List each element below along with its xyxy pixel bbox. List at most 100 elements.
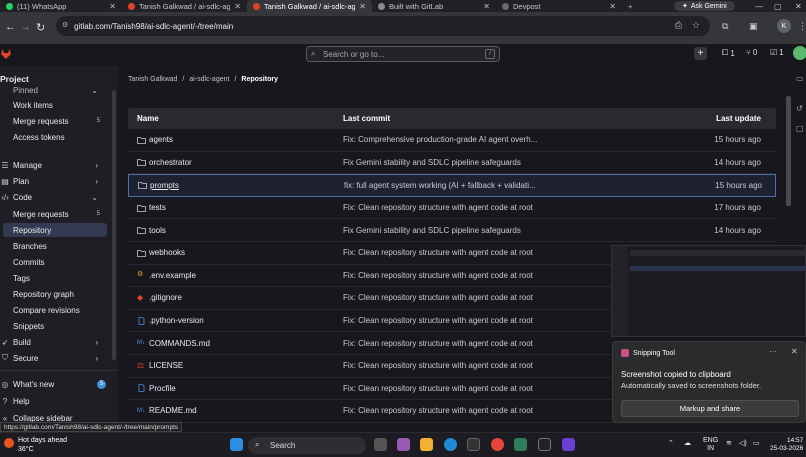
file-name-link[interactable]: tools	[149, 226, 166, 235]
commit-message-link[interactable]: Fix: Comprehensive production-grade AI a…	[343, 135, 673, 144]
close-icon[interactable]: ✕	[359, 2, 366, 11]
close-icon[interactable]: ✕	[791, 347, 798, 356]
close-icon[interactable]: ✕	[234, 2, 241, 11]
file-explorer-icon[interactable]	[420, 438, 433, 451]
maximize-icon[interactable]: ▢	[774, 0, 782, 12]
file-name-link[interactable]: webhooks	[149, 248, 185, 257]
task-view-icon[interactable]	[374, 438, 387, 451]
table-row[interactable]: tests Fix: Clean repository structure wit…	[128, 197, 776, 220]
back-icon[interactable]: ←	[5, 21, 16, 33]
sidebar-item-tags[interactable]: Tags	[0, 271, 114, 285]
close-icon[interactable]: ✕	[109, 2, 116, 11]
forward-icon[interactable]: →	[20, 21, 31, 33]
minimize-icon[interactable]: —	[755, 0, 763, 12]
sidebar-item-repository-graph[interactable]: Repository graph	[0, 287, 114, 301]
gitlab-logo-icon[interactable]	[0, 48, 12, 60]
close-icon[interactable]: ✕	[609, 2, 616, 11]
create-new-button[interactable]: +	[694, 47, 707, 60]
panel-icon[interactable]: ▭	[796, 74, 804, 83]
sidebar-item-commits[interactable]: Commits	[0, 255, 114, 269]
ask-gemini-button[interactable]: ✦ Ask Gemini	[674, 1, 735, 11]
table-row[interactable]: prompts fix: full agent system working (A…	[128, 174, 776, 197]
file-name-link[interactable]: orchestrator	[149, 158, 192, 167]
tab-devpost[interactable]: Devpost ✕	[496, 0, 622, 12]
merge-requests-button[interactable]: ⑂ 0	[746, 48, 757, 57]
chrome-menu-icon[interactable]: ⋮	[798, 21, 806, 32]
terminal-icon[interactable]	[538, 438, 551, 451]
file-name-link[interactable]: Procfile	[149, 384, 176, 393]
bookmark-star-icon[interactable]: ☆	[692, 20, 700, 31]
history-icon[interactable]: ↺	[796, 104, 803, 113]
search-input[interactable]: ⌕ Search or go to... /	[306, 46, 500, 62]
file-name-link[interactable]: .env.example	[149, 271, 196, 280]
sidepanel-icon[interactable]: ▣	[749, 21, 758, 32]
commit-message-link[interactable]: Fix Gemini stability and SDLC pipeline s…	[343, 158, 673, 167]
screenshot-preview-thumbnail[interactable]	[611, 245, 806, 337]
file-name-link[interactable]: prompts	[150, 181, 179, 190]
sidebar-section-build[interactable]: ➶ Build ›	[0, 335, 114, 349]
edge-icon[interactable]	[444, 438, 457, 451]
store-icon[interactable]	[467, 438, 480, 451]
taskbar-search[interactable]: ⌕ Search	[248, 437, 366, 454]
sidebar-section-manage[interactable]: ☰ Manage ›	[0, 158, 114, 172]
wifi-icon[interactable]: ≋	[726, 439, 732, 447]
sidebar-section-code[interactable]: ‹/› Code ⌄	[0, 190, 114, 204]
todos-button[interactable]: ☑ 1	[770, 48, 784, 57]
system-clock[interactable]: 14:57 25-03-2026	[770, 437, 803, 453]
site-info-icon[interactable]: ⚙	[62, 21, 70, 30]
language-indicator[interactable]: ENG IN	[703, 437, 718, 453]
extensions-icon[interactable]: ⧉	[722, 21, 728, 32]
chat-icon[interactable]: ▢	[796, 124, 804, 133]
commit-message-link[interactable]: Fix Gemini stability and SDLC pipeline s…	[343, 226, 673, 235]
user-avatar[interactable]	[793, 46, 806, 60]
commit-message-link[interactable]: Fix: Clean repository structure with age…	[343, 203, 673, 212]
sidebar-item-compare-revisions[interactable]: Compare revisions	[0, 303, 114, 317]
breadcrumb-project[interactable]: ai-sdlc-agent	[189, 76, 229, 83]
sidebar-item-access-tokens[interactable]: Access tokens	[0, 130, 114, 144]
table-row[interactable]: agents Fix: Comprehensive production-grad…	[128, 129, 776, 152]
reload-icon[interactable]: ↻	[36, 21, 45, 34]
weather-widget[interactable]: Hot days ahead 36°C	[4, 436, 67, 454]
page-scrollbar[interactable]	[786, 96, 791, 206]
window-close-icon[interactable]: ✕	[795, 0, 802, 12]
commit-message-link[interactable]: fix: full agent system working (AI + fal…	[344, 181, 674, 190]
file-name-link[interactable]: README.md	[149, 406, 197, 415]
sidebar-pinned[interactable]: Pinned ⌄	[0, 83, 114, 97]
copilot-icon[interactable]	[397, 438, 410, 451]
app-icon[interactable]	[514, 438, 527, 451]
tray-chevron-icon[interactable]: ⌃	[668, 439, 674, 447]
start-icon[interactable]	[230, 438, 243, 451]
sidebar-scrollbar[interactable]	[112, 90, 116, 360]
new-tab-button[interactable]: +	[622, 0, 642, 12]
file-name-link[interactable]: agents	[149, 135, 173, 144]
breadcrumb-user[interactable]: Tanish Galkwad	[128, 76, 177, 83]
tab-built-with-gitlab[interactable]: Built with GitLab ✕	[372, 0, 496, 12]
chrome-icon[interactable]	[491, 438, 504, 451]
more-options-icon[interactable]: ···	[769, 347, 777, 356]
sidebar-item-branches[interactable]: Branches	[0, 239, 114, 253]
tab-gitlab-active[interactable]: Tanish Galkwad / ai-sdlc-age ✕	[247, 0, 372, 12]
sidebar-section-secure[interactable]: ⛉ Secure ›	[0, 351, 114, 365]
sidebar-item-repository[interactable]: Repository	[3, 223, 107, 237]
sidebar-item-merge-requests-pinned[interactable]: Merge requests 5	[0, 114, 114, 128]
table-row[interactable]: orchestrator Fix Gemini stability and SDL…	[128, 152, 776, 175]
file-name-link[interactable]: tests	[149, 203, 166, 212]
install-app-icon[interactable]: ⎙	[675, 20, 682, 31]
file-name-link[interactable]: .python-version	[149, 316, 204, 325]
whats-new-button[interactable]: ◎ What's new 5	[0, 377, 114, 391]
file-name-link[interactable]: LICENSE	[149, 361, 183, 370]
help-button[interactable]: ? Help	[0, 394, 114, 408]
battery-icon[interactable]: ▭	[753, 439, 760, 447]
table-row[interactable]: tools Fix Gemini stability and SDLC pipel…	[128, 219, 776, 242]
file-name-link[interactable]: COMMANDS.md	[149, 339, 210, 348]
sidebar-item-work-items[interactable]: Work items	[0, 98, 114, 112]
issues-button[interactable]: ⧠ 1	[722, 48, 735, 58]
file-name-link[interactable]: .gitignore	[149, 293, 182, 302]
close-icon[interactable]: ✕	[483, 2, 490, 11]
tab-gitlab-1[interactable]: Tanish Galkwad / ai-sdlc-agent ✕	[122, 0, 247, 12]
cloud-icon[interactable]: ☁	[684, 439, 691, 447]
app-purple-icon[interactable]	[562, 438, 575, 451]
profile-avatar[interactable]: K	[777, 19, 791, 33]
sidebar-item-snippets[interactable]: Snippets	[0, 319, 114, 333]
tab-whatsapp[interactable]: (11) WhatsApp ✕	[0, 0, 122, 12]
